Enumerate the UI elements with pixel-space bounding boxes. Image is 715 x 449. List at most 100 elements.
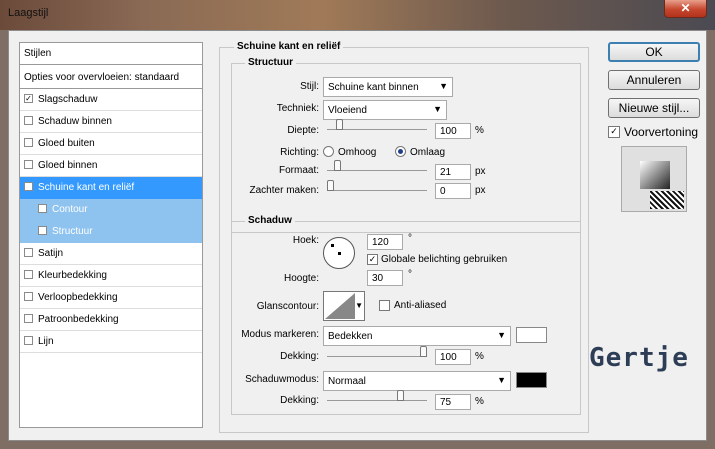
style-item-schaduw-binnen[interactable]: Schaduw binnen <box>20 111 202 133</box>
style-item-label: Verloopbedekking <box>38 292 118 303</box>
style-item-checkbox[interactable] <box>38 204 47 213</box>
soften-unit: px <box>475 185 486 196</box>
depth-input[interactable]: 100 <box>435 123 471 139</box>
direction-up-label[interactable]: Omhoog <box>338 147 376 158</box>
angle-label: Hoek: <box>292 235 319 246</box>
style-item-checkbox[interactable] <box>24 292 33 301</box>
highlight-mode-dropdown[interactable]: Bedekken ▼ <box>323 326 511 346</box>
style-item-checkbox[interactable]: ✓ <box>24 94 33 103</box>
global-light-label[interactable]: Globale belichting gebruiken <box>381 254 507 265</box>
anti-aliased-label[interactable]: Anti-aliased <box>394 300 446 311</box>
style-item-satijn[interactable]: Satijn <box>20 243 202 265</box>
style-label: Stijl: <box>300 81 319 92</box>
style-item-lijn[interactable]: Lijn <box>20 331 202 353</box>
highlight-opacity-input[interactable]: 100 <box>435 349 471 365</box>
depth-slider-thumb[interactable] <box>336 119 343 130</box>
contour-curve-icon <box>325 293 355 319</box>
dial-pointer <box>331 244 334 247</box>
shadow-opacity-input[interactable]: 75 <box>435 394 471 410</box>
soften-label: Zachter maken: <box>249 185 319 196</box>
shadow-opacity-unit: % <box>475 396 484 407</box>
anti-aliased-checkbox[interactable] <box>379 300 390 311</box>
style-item-label: Gloed buiten <box>38 138 95 149</box>
new-style-button[interactable]: Nieuwe stijl... <box>608 98 700 118</box>
style-item-patroonbedekking[interactable]: Patroonbedekking <box>20 309 202 331</box>
preview-swatch <box>640 161 670 189</box>
dialog-client: Stijlen Opties voor overvloeien: standaa… <box>8 30 707 441</box>
watermark-signature: Gertje <box>589 343 689 373</box>
highlight-opacity-unit: % <box>475 351 484 362</box>
style-item-label: Satijn <box>38 248 64 259</box>
style-item-checkbox[interactable] <box>24 138 33 147</box>
highlight-color-swatch[interactable] <box>516 327 547 343</box>
direction-down-radio[interactable] <box>395 146 406 157</box>
soften-slider[interactable] <box>327 180 427 191</box>
style-item-checkbox[interactable] <box>24 116 33 125</box>
styles-list: Stijlen Opties voor overvloeien: standaa… <box>19 42 203 428</box>
altitude-label: Hoogte: <box>283 273 319 284</box>
style-item-verloopbedekking[interactable]: Verloopbedekking <box>20 287 202 309</box>
size-label: Formaat: <box>278 165 319 176</box>
soften-input[interactable]: 0 <box>435 183 471 199</box>
style-dropdown[interactable]: Schuine kant binnen ▼ <box>323 77 453 97</box>
window-title: Laagstijl <box>8 7 49 19</box>
shadow-opacity-slider[interactable] <box>327 390 427 401</box>
depth-unit: % <box>475 125 484 136</box>
style-item-contour[interactable]: Contour <box>20 199 202 221</box>
style-item-kleurbedekking[interactable]: Kleurbedekking <box>20 265 202 287</box>
direction-down-label[interactable]: Omlaag <box>410 147 445 158</box>
style-item-checkbox[interactable] <box>24 248 33 257</box>
depth-slider[interactable] <box>327 119 427 130</box>
style-item-label: Schuine kant en reliëf <box>38 182 135 193</box>
depth-label: Diepte: <box>287 125 319 136</box>
highlight-mode-label: Modus markeren: <box>241 329 319 340</box>
angle-input[interactable]: 120 <box>367 234 403 250</box>
style-item-label: Patroonbedekking <box>38 314 119 325</box>
style-item-checkbox[interactable] <box>24 314 33 323</box>
gloss-contour-picker[interactable]: ▼ <box>323 291 365 321</box>
style-item-label: Structuur <box>52 226 93 237</box>
style-item-checkbox[interactable] <box>24 160 33 169</box>
cancel-button[interactable]: Annuleren <box>608 70 700 90</box>
style-item-schuine-kant-en-reliëf[interactable]: ✓ Schuine kant en reliëf <box>20 177 202 199</box>
direction-up-radio[interactable] <box>323 146 334 157</box>
soften-slider-thumb[interactable] <box>327 180 334 191</box>
close-icon: ✕ <box>680 1 691 15</box>
shadow-opacity-thumb[interactable] <box>397 390 404 401</box>
style-item-label: Kleurbedekking <box>38 270 107 281</box>
close-button[interactable]: ✕ <box>664 0 707 18</box>
shading-title: Schaduw <box>245 215 295 226</box>
style-item-checkbox[interactable] <box>24 270 33 279</box>
shadow-mode-dropdown[interactable]: Normaal ▼ <box>323 371 511 391</box>
style-item-structuur[interactable]: Structuur <box>20 221 202 243</box>
preview-label[interactable]: Voorvertoning <box>624 125 698 139</box>
shadow-color-swatch[interactable] <box>516 372 547 388</box>
size-slider-thumb[interactable] <box>334 160 341 171</box>
style-item-gloed-buiten[interactable]: Gloed buiten <box>20 133 202 155</box>
style-item-slagschaduw[interactable]: ✓ Slagschaduw <box>20 89 202 111</box>
highlight-opacity-label: Dekking: <box>280 351 319 362</box>
highlight-opacity-thumb[interactable] <box>420 346 427 357</box>
preview-noise <box>650 191 684 209</box>
style-item-checkbox[interactable]: ✓ <box>24 182 33 191</box>
global-light-checkbox[interactable]: ✓ <box>367 254 378 265</box>
styles-header[interactable]: Stijlen <box>20 43 202 65</box>
highlight-opacity-slider[interactable] <box>327 346 427 357</box>
style-item-checkbox[interactable] <box>38 226 47 235</box>
altitude-input[interactable]: 30 <box>367 270 403 286</box>
gloss-contour-label: Glanscontour: <box>256 301 319 312</box>
ok-button[interactable]: OK <box>608 42 700 62</box>
style-item-checkbox[interactable] <box>24 336 33 345</box>
size-input[interactable]: 21 <box>435 164 471 180</box>
angle-dial[interactable] <box>323 237 355 269</box>
technique-dropdown[interactable]: Vloeiend ▼ <box>323 100 447 120</box>
preview-checkbox[interactable]: ✓ <box>608 126 620 138</box>
window-frame: Stijlen Opties voor overvloeien: standaa… <box>0 30 715 449</box>
angle-unit: ° <box>408 233 412 244</box>
size-slider[interactable] <box>327 160 427 171</box>
blend-options-item[interactable]: Opties voor overvloeien: standaard <box>20 67 202 89</box>
style-item-label: Lijn <box>38 336 54 347</box>
style-item-gloed-binnen[interactable]: Gloed binnen <box>20 155 202 177</box>
chevron-down-icon: ▼ <box>497 375 506 385</box>
style-item-label: Schaduw binnen <box>38 116 112 127</box>
